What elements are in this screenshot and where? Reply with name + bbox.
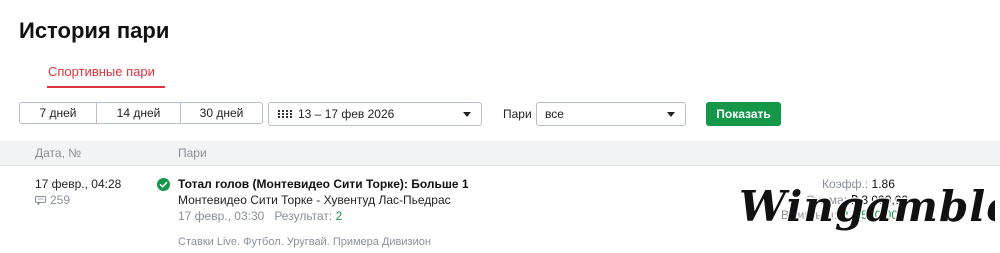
bet-id-value: 259 — [50, 193, 71, 207]
bets-filter-select[interactable]: все — [536, 102, 686, 126]
bet-title: Тотал голов (Монтевидео Сити Торке): Бол… — [178, 177, 469, 191]
tab-active-indicator — [47, 86, 165, 88]
period-7-days-button[interactable]: 7 дней — [20, 103, 96, 123]
bet-id: 259 — [35, 193, 70, 207]
event-time: 17 февр., 03:30 — [178, 209, 265, 223]
check-circle-icon — [157, 178, 170, 191]
bets-filter-value: все — [545, 107, 564, 121]
show-button[interactable]: Показать — [706, 102, 781, 126]
chevron-down-icon — [667, 112, 675, 117]
header-bets: Пари — [178, 146, 207, 160]
date-range-select[interactable]: 13 – 17 фев 2026 — [268, 102, 482, 126]
result-value: 2 — [335, 209, 343, 223]
bets-filter-label: Пари — [503, 107, 532, 121]
bet-league: Ставки Live. Футбол. Уругвай. Примера Ди… — [178, 236, 431, 248]
svg-text:Wingamble: Wingamble — [739, 182, 995, 231]
message-icon — [35, 195, 46, 205]
period-30-days-button[interactable]: 30 дней — [180, 103, 262, 123]
calendar-icon — [278, 109, 292, 119]
bet-datetime: 17 февр., 04:28 — [35, 177, 122, 191]
date-range-value: 13 – 17 фев 2026 — [298, 107, 395, 121]
tab-sport-bets[interactable]: Спортивные пари — [48, 64, 155, 79]
bet-match: Монтевидео Сити Торке - Хувентуд Лас-Пье… — [178, 193, 451, 207]
result-label: Результат: — [274, 209, 333, 223]
watermark-logo: Wingamble — [738, 181, 995, 233]
chevron-down-icon — [463, 112, 471, 117]
bet-meta: 17 февр., 03:30 Результат: 2 — [178, 209, 342, 223]
header-date: Дата, № — [35, 146, 82, 160]
page-title: История пари — [19, 18, 170, 43]
period-14-days-button[interactable]: 14 дней — [96, 103, 180, 123]
table-header: Дата, № Пари — [0, 141, 1000, 166]
period-selector: 7 дней 14 дней 30 дней — [19, 102, 263, 124]
